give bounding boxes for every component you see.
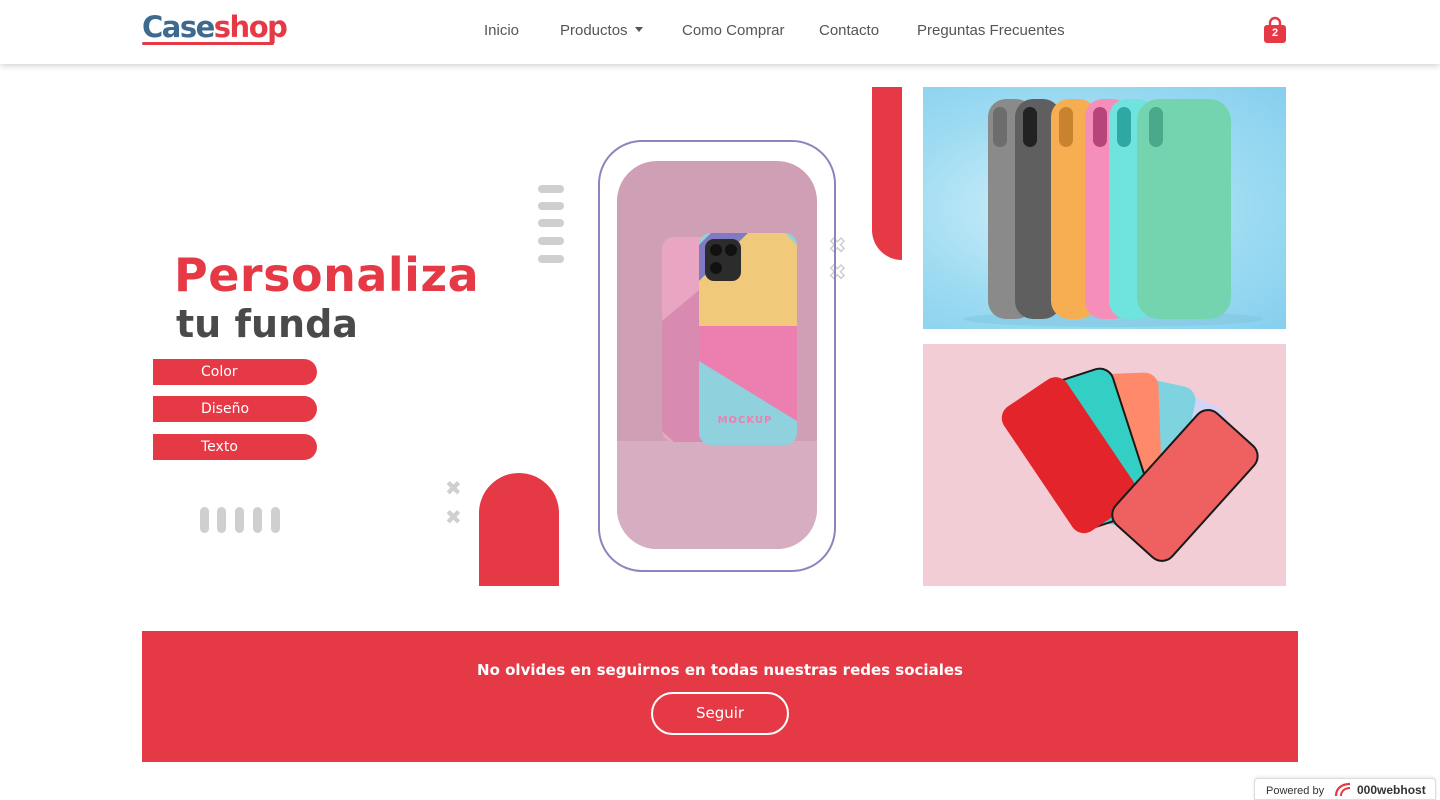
decor-dash [538,255,564,263]
follow-button[interactable]: Seguir [651,692,789,735]
decor-red-bar [872,87,902,260]
cart-button[interactable]: 2 [1263,16,1287,44]
decor-bar [217,507,226,533]
social-cta-banner: No olvides en seguirnos en todas nuestra… [142,631,1298,762]
decor-bar [235,507,244,533]
decor-bar [200,507,209,533]
logo-text-case: Case [142,10,215,44]
decor-x-icon: ✖ [445,476,462,500]
cta-message: No olvides en seguirnos en todas nuestra… [477,661,963,679]
nav-inicio[interactable]: Inicio [484,22,519,39]
cart-count-badge: 2 [1271,27,1279,39]
webhost-logo-icon [1334,782,1351,797]
decor-x-icon: ✖ [445,505,462,529]
powered-by-badge[interactable]: Powered by 000webhost [1254,778,1436,800]
nav-productos-label: Productos [560,22,628,39]
standing-cases-illustration [963,99,1263,327]
nav-contacto[interactable]: Contacto [819,22,879,39]
phone-cases-fan-photo[interactable] [923,344,1286,586]
logo-text-shop: shop [213,10,288,44]
option-pill-diseno: Diseño [153,396,317,422]
decor-dash [538,185,564,193]
decor-dash [538,202,564,210]
nav-como-comprar[interactable]: Como Comprar [682,22,785,39]
navbar: Caseshop Inicio Productos Como Comprar C… [0,0,1440,64]
decor-dash [538,219,564,227]
hero-banner[interactable]: ✖ ✖ ✖ ✖ Personaliza tu funda Color Diseñ… [142,80,912,590]
nav-productos-dropdown[interactable]: Productos [560,22,643,39]
decor-bar [271,507,280,533]
powered-by-brand: 000webhost [1357,783,1426,797]
fanned-cases-illustration [1001,367,1259,562]
phone-mockup-image: MOCKUP [617,161,817,549]
phone-cases-standing-photo[interactable] [923,87,1286,329]
hero-headline: Personaliza [174,248,480,302]
mockup-label: MOCKUP [718,415,773,426]
decor-dash [538,237,564,245]
hero-subheadline: tu funda [176,302,358,346]
decor-red-arch [479,473,559,586]
option-pill-color: Color [153,359,317,385]
phone-mockup-illustration: MOCKUP [617,233,817,549]
nav-preguntas-frecuentes[interactable]: Preguntas Frecuentes [917,22,1065,39]
caret-down-icon [634,27,643,32]
brand-logo[interactable]: Caseshop [142,10,288,48]
powered-by-label: Powered by [1266,785,1325,797]
decor-bar [253,507,262,533]
logo-underline [142,42,274,45]
option-pill-texto: Texto [153,434,317,460]
